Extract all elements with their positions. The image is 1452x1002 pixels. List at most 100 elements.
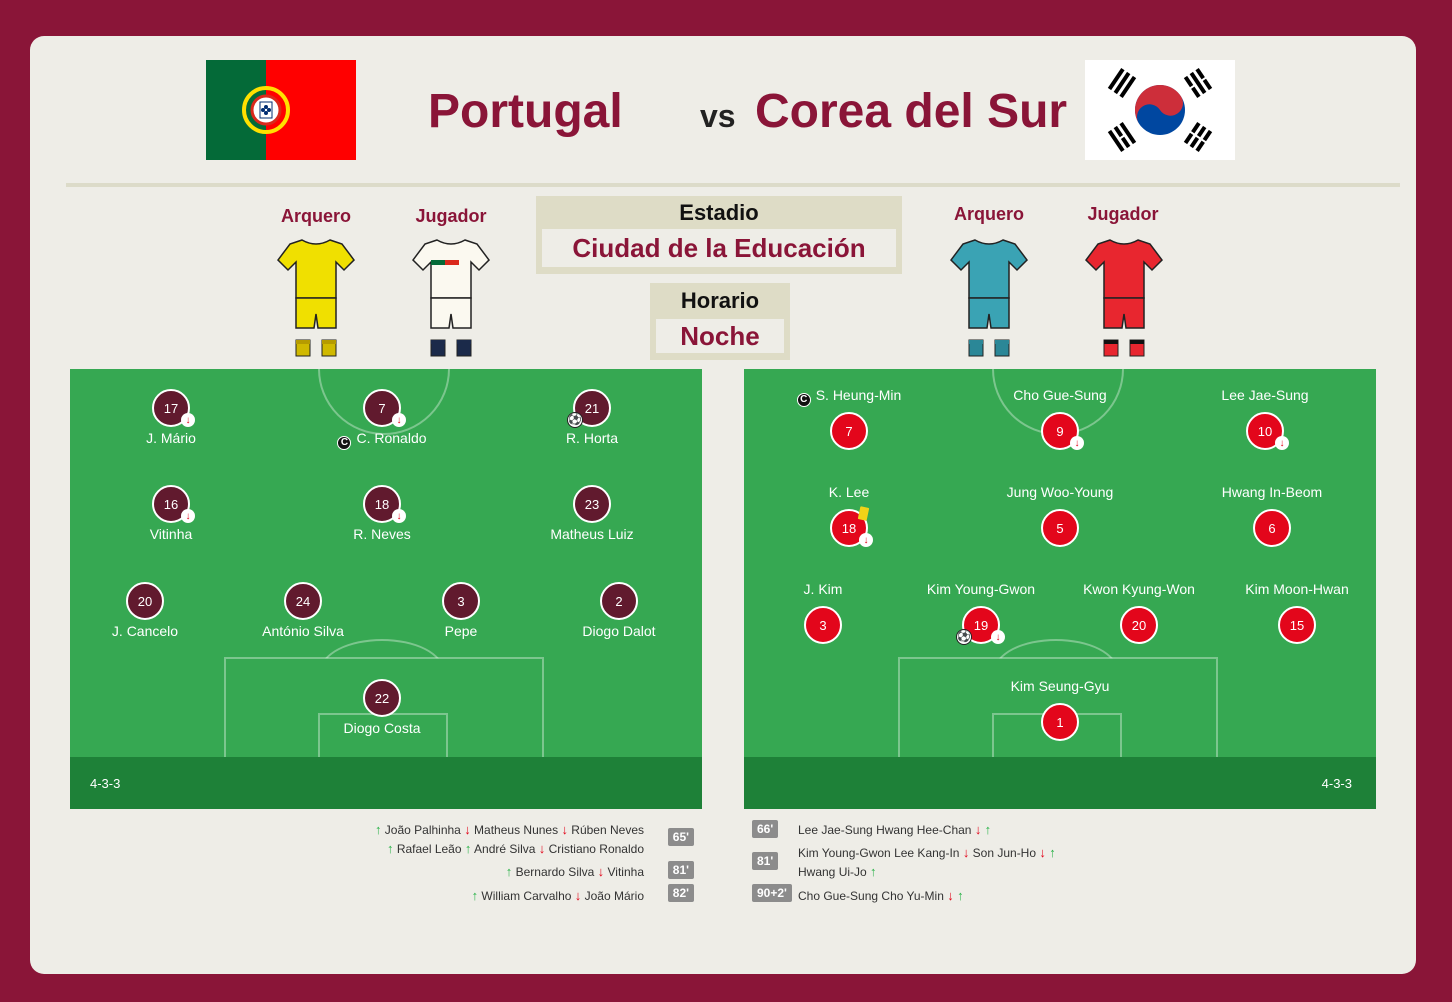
player-name: C C. Ronaldo xyxy=(302,430,462,450)
player-name-text: Cho Gue-Sung xyxy=(1013,387,1107,403)
substitution-minute: 82' xyxy=(667,884,694,902)
sub-out-arrow-icon: ↓ xyxy=(947,888,954,903)
away-substitutions: 66' Lee Jae-Sung Hwang Hee-Chan ↓ ↑ 81' Ki… xyxy=(744,816,1376,916)
player-name-text: Pepe xyxy=(444,623,478,639)
player-name: Hwang In-Beom xyxy=(1192,484,1352,500)
player-number: 6 xyxy=(1253,509,1291,547)
captain-icon: C xyxy=(337,435,352,450)
home-pitch: 4-3-3 17 J. Mário ↓ 7 C C. Ronaldo ↓ 21 R. Horta… xyxy=(70,369,702,809)
substituted-out-icon: ↓ xyxy=(1070,436,1084,450)
substitution-minute: 81' xyxy=(752,852,779,870)
away-goalkeeper-label: Arquero xyxy=(953,204,1024,224)
player-name-text: Diogo Costa xyxy=(343,720,421,736)
substitution-row: ↑ Bernardo Silva ↓ Vitinha xyxy=(506,864,644,879)
substitution-player: Cho Gue-Sung xyxy=(798,889,879,903)
player-name: Matheus Luiz xyxy=(512,526,672,542)
yellow-card-icon xyxy=(857,506,870,521)
sub-out-arrow-icon: ↓ xyxy=(597,864,605,879)
sub-out-arrow-icon: ↓ xyxy=(464,822,471,837)
match-card: Portugal vs Corea del Sur Arquero Jugado… xyxy=(30,36,1416,974)
sub-in-arrow-icon: ↑ xyxy=(1049,845,1056,860)
player-name-text: J. Kim xyxy=(803,581,843,597)
sub-in-arrow-icon: ↑ xyxy=(957,888,964,903)
player-name: Lee Jae-Sung xyxy=(1185,387,1345,403)
home-goalkeeper-kit-icon xyxy=(277,239,355,357)
player-name: C S. Heung-Min xyxy=(769,387,929,407)
substituted-out-icon: ↓ xyxy=(392,413,406,427)
player-name: J. Cancelo xyxy=(70,623,225,639)
sub-out-arrow-icon: ↓ xyxy=(561,822,568,837)
substitution-player: André Silva xyxy=(474,842,536,856)
captain-icon: C xyxy=(796,392,811,407)
substituted-out-icon: ↓ xyxy=(181,413,195,427)
away-team-name: Corea del Sur xyxy=(755,85,1068,138)
player-name-text: Vitinha xyxy=(149,526,193,542)
substitution-player: Hwang Ui-Jo xyxy=(798,865,867,879)
away-formation: 4-3-3 xyxy=(1321,776,1352,791)
substitution-player: Cho Yu-Min xyxy=(881,889,944,903)
player-name-text: António Silva xyxy=(262,623,344,639)
away-player-kit-icon xyxy=(1085,239,1163,357)
player-name-text: Kim Seung-Gyu xyxy=(1010,678,1110,694)
player-name: K. Lee xyxy=(769,484,929,500)
substitution-row: Lee Jae-Sung Hwang Hee-Chan ↓ ↑ xyxy=(798,822,991,837)
player-name: Vitinha xyxy=(91,526,251,542)
substitution-player: Kim Young-Gwon xyxy=(798,846,891,860)
player-name-text: K. Lee xyxy=(828,484,870,500)
away-player-label: Jugador xyxy=(1087,204,1159,224)
substitution-player: Hwang Hee-Chan xyxy=(876,823,972,837)
portugal-flag xyxy=(206,60,356,160)
substitution-minute: 65' xyxy=(667,828,694,846)
player-name: Kim Seung-Gyu xyxy=(980,678,1140,694)
substitution-player: Rúben Neves xyxy=(571,823,644,837)
player-name: R. Horta xyxy=(512,430,672,446)
player-name-text: Hwang In-Beom xyxy=(1221,484,1323,500)
player-name-text: Lee Jae-Sung xyxy=(1221,387,1309,403)
sub-out-arrow-icon: ↓ xyxy=(962,845,970,860)
home-player-kit-icon xyxy=(412,239,490,357)
home-goalkeeper-label: Arquero xyxy=(280,206,351,226)
player-name-text: S. Heung-Min xyxy=(815,387,902,403)
substitution-player: João Mário xyxy=(584,889,644,903)
player-name: Diogo Costa xyxy=(302,720,462,736)
schedule-label: Horario xyxy=(680,288,760,313)
player-name: Kwon Kyung-Won xyxy=(1059,581,1219,597)
home-team-name: Portugal xyxy=(428,85,623,138)
sub-in-arrow-icon: ↑ xyxy=(464,841,472,856)
stadium-label: Estadio xyxy=(679,200,759,225)
sub-in-arrow-icon: ↑ xyxy=(984,822,992,837)
player-number: 2 xyxy=(600,582,638,620)
player-name-text: Diogo Dalot xyxy=(582,623,656,639)
sub-out-arrow-icon: ↓ xyxy=(974,822,982,837)
substitution-player: Cristiano Ronaldo xyxy=(548,842,644,856)
goal-ball-icon: ⚽ xyxy=(567,412,583,428)
player-number: 7 xyxy=(830,412,868,450)
away-pitch: 4-3-3 7 C S. Heung-Min 9 Cho Gue-Sung ↓ 10 Lee … xyxy=(744,369,1376,809)
player-number: 3 xyxy=(804,606,842,644)
sub-out-arrow-icon: ↓ xyxy=(1039,845,1046,860)
substituted-out-icon: ↓ xyxy=(392,509,406,523)
sub-in-arrow-icon: ↑ xyxy=(386,841,394,856)
substitution-row: Hwang Ui-Jo ↑ xyxy=(798,864,877,879)
substituted-out-icon: ↓ xyxy=(991,630,1005,644)
substitution-player: João Palhinha xyxy=(384,823,461,837)
substitution-player: William Carvalho xyxy=(481,889,572,903)
sub-in-arrow-icon: ↑ xyxy=(505,864,513,879)
player-name: Cho Gue-Sung xyxy=(980,387,1140,403)
player-name: Jung Woo-Young xyxy=(980,484,1140,500)
away-goalkeeper-kit-icon xyxy=(950,239,1028,357)
substitution-player: Lee Kang-In xyxy=(894,846,960,860)
player-number: 1 xyxy=(1041,703,1079,741)
home-player-label: Jugador xyxy=(415,206,487,226)
substitution-player: Matheus Nunes xyxy=(474,823,559,837)
player-number: 15 xyxy=(1278,606,1316,644)
schedule-value: Noche xyxy=(656,319,784,353)
player-number: 24 xyxy=(284,582,322,620)
player-number: 5 xyxy=(1041,509,1079,547)
player-name-text: Kim Moon-Hwan xyxy=(1245,581,1349,597)
away-formation-strip xyxy=(744,757,1376,809)
player-name-text: R. Neves xyxy=(353,526,411,542)
stadium-box: Estadio Ciudad de la Educación xyxy=(536,196,902,274)
substitution-player: Bernardo Silva xyxy=(515,865,595,879)
player-name-text: Jung Woo-Young xyxy=(1006,484,1114,500)
